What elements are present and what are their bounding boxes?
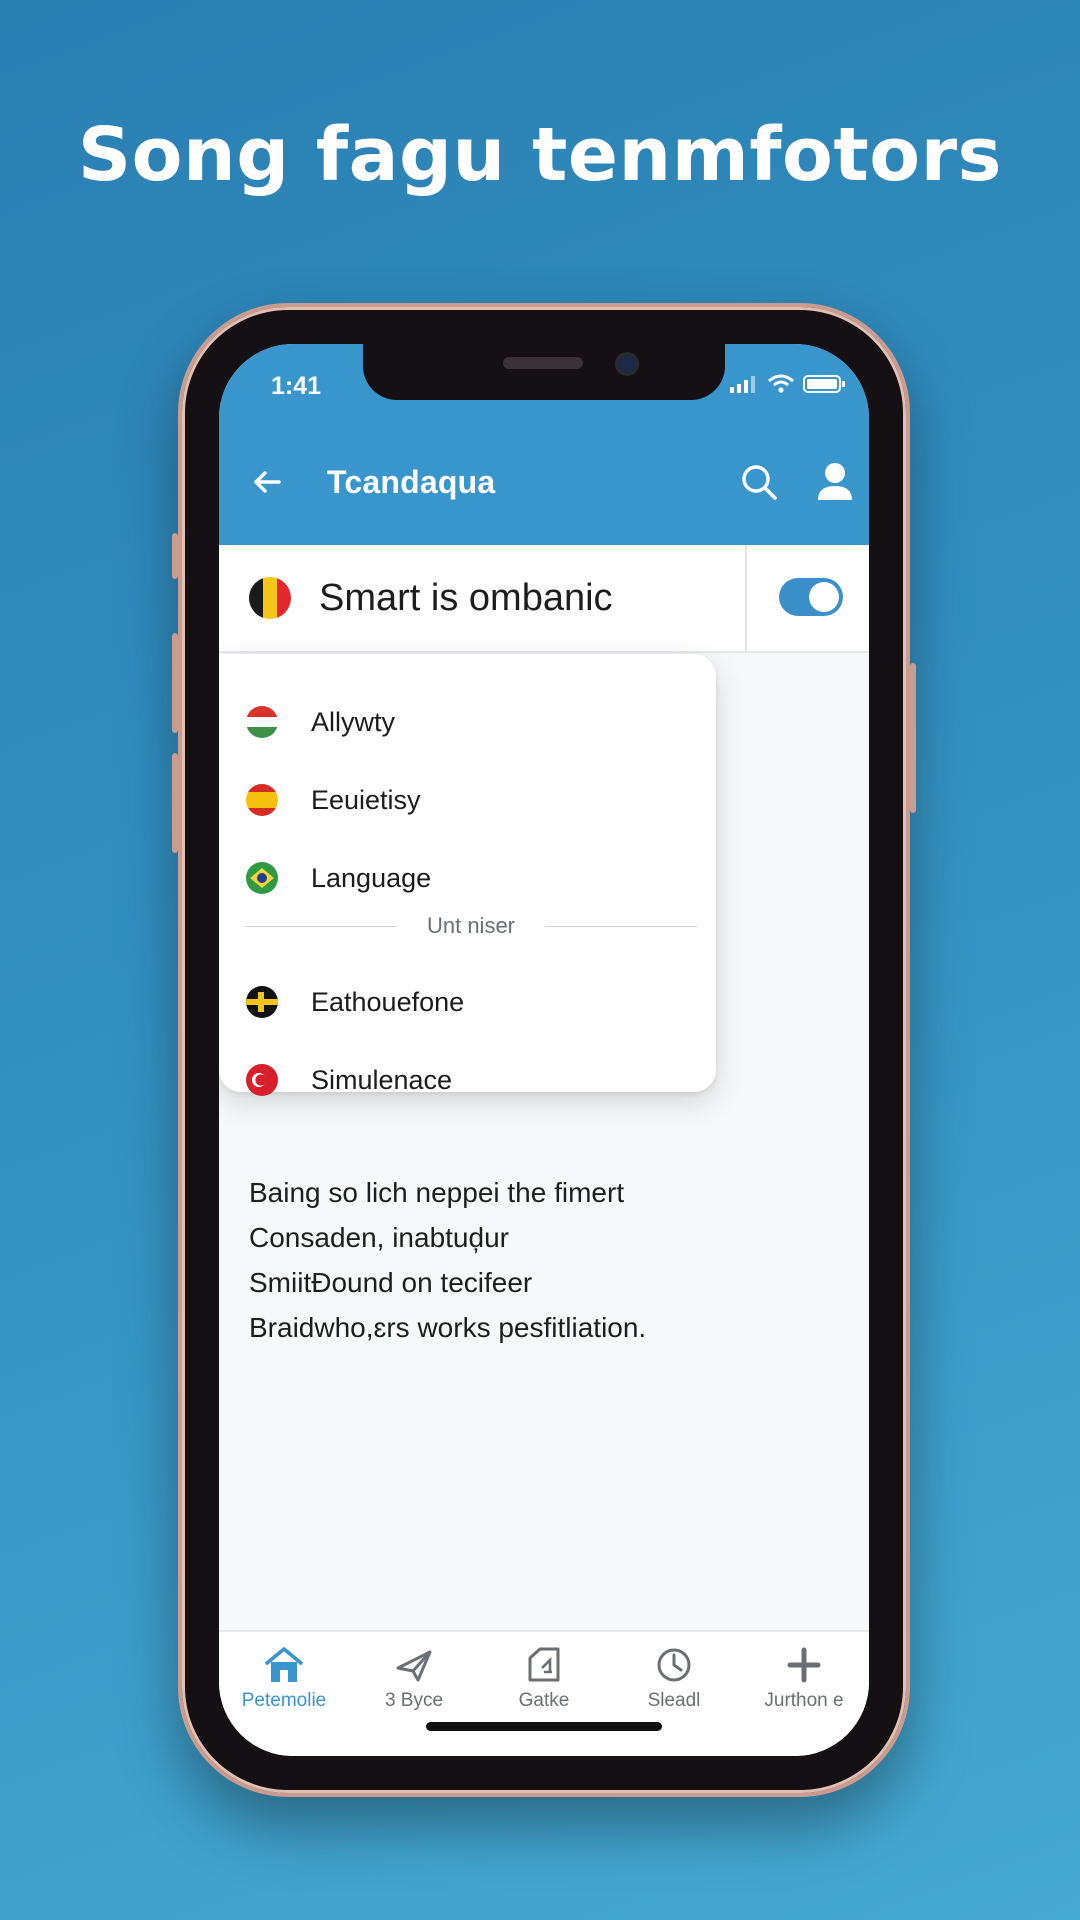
nav-label: Sleadl: [647, 1690, 701, 1711]
language-row-label: Smart is ombanic: [319, 577, 613, 619]
body-line: Consaden, inabtuḑur: [249, 1222, 509, 1253]
dropdown-separator: Unt niser: [245, 913, 697, 939]
separator-line: [245, 926, 397, 927]
battery-icon: [803, 375, 845, 393]
volume-down-button: [172, 753, 178, 853]
volume-up-button: [172, 633, 178, 733]
flag-stripe: [246, 716, 278, 728]
menu-item-label: Simulenace: [311, 1065, 453, 1095]
plus-icon: [787, 1647, 821, 1683]
spain-flag-icon: [246, 784, 278, 816]
front-camera: [615, 352, 639, 376]
nav-label: 3 Byce: [384, 1690, 444, 1711]
menu-item-simulenace[interactable]: Simulenace: [219, 1050, 716, 1110]
brazil-flag-icon: [246, 862, 278, 894]
user-icon[interactable]: [815, 460, 855, 504]
nav-item-home[interactable]: Petemolie: [219, 1644, 349, 1724]
nav-label: Petemolie: [241, 1690, 327, 1711]
nav-item-clock[interactable]: Sleadl: [609, 1644, 739, 1724]
separator-label: Unt niser: [425, 913, 517, 939]
nav-item-send[interactable]: 3 Byce: [349, 1644, 479, 1724]
power-button: [910, 663, 916, 813]
menu-item-label: Allywty: [311, 707, 396, 737]
crescent-mark: [252, 1073, 267, 1087]
search-icon[interactable]: [737, 460, 781, 504]
nav-label: Jurthon e: [764, 1690, 844, 1711]
hungary-flag-icon: [246, 706, 278, 738]
nav-label: Gatke: [518, 1690, 570, 1711]
status-icons: [729, 374, 847, 394]
notch: [363, 344, 725, 400]
wifi-icon: [768, 374, 794, 393]
flag-stripe: [249, 577, 263, 619]
menu-item-language[interactable]: Language: [219, 848, 716, 908]
back-arrow-icon[interactable]: [247, 462, 287, 502]
menu-item-label: Eeuietisy: [311, 785, 421, 815]
body-paragraph: Baing so lich neppei the fimert Consaden…: [249, 1170, 849, 1350]
nav-item-card[interactable]: Gatke: [479, 1644, 609, 1724]
body-line: Braidwho,ɛrs works pesfitliation.: [249, 1312, 647, 1343]
clock-icon: [657, 1648, 691, 1682]
silent-switch: [172, 533, 178, 579]
belgium-flag-icon: [249, 577, 291, 619]
turkey-flag-icon: [246, 1064, 278, 1096]
smart-toggle[interactable]: [779, 578, 843, 616]
home-indicator[interactable]: [426, 1722, 662, 1731]
menu-item-allywty[interactable]: Allywty: [219, 692, 716, 752]
phone-frame: 1:41 Tcandaqua Smart is ombanic Allywty …: [172, 303, 916, 1797]
app-title: Tcandaqua: [327, 464, 496, 500]
signal-icon: [730, 376, 755, 393]
brazil-flag-diamond: [250, 868, 274, 888]
phone-screen: 1:41 Tcandaqua Smart is ombanic Allywty …: [219, 344, 869, 1756]
cross-flag-mark: [246, 992, 278, 1012]
flag-stripe: [277, 577, 291, 619]
row-divider: [745, 545, 747, 651]
flag-stripe: [246, 727, 278, 738]
flag-stripe: [246, 706, 278, 717]
send-icon: [396, 1650, 432, 1682]
flag-stripe: [246, 792, 278, 808]
flag-stripe: [246, 808, 278, 816]
app-bar-row: Tcandaqua: [219, 454, 869, 514]
body-line: Baing so lich neppei the fimert: [249, 1177, 625, 1208]
body-line: SmiitĐound on tecifeer: [249, 1267, 533, 1298]
promo-headline: Song fagu tenmfotors: [77, 112, 1003, 198]
status-time: 1:41: [271, 372, 322, 400]
toggle-knob: [809, 582, 839, 612]
separator-line: [545, 926, 697, 927]
nav-item-add[interactable]: Jurthon e: [739, 1644, 869, 1724]
earpiece: [503, 357, 583, 369]
menu-item-eathouefone[interactable]: Eathouefone: [219, 972, 716, 1032]
menu-item-label: Language: [311, 863, 432, 893]
menu-item-eeuietisy[interactable]: Eeuietisy: [219, 770, 716, 830]
language-dropdown: Allywty Eeuietisy Language Unt niser Eat…: [219, 654, 716, 1096]
menu-item-label: Eathouefone: [311, 987, 465, 1017]
flag-stripe: [246, 784, 278, 792]
flag-icon: [246, 986, 278, 1018]
language-row[interactable]: Smart is ombanic: [219, 545, 869, 653]
card-icon: [528, 1647, 560, 1682]
home-icon: [264, 1647, 304, 1682]
flag-stripe: [263, 577, 277, 619]
bottom-nav: Petemolie 3 Byce Gatke Sleadl Jurthon e: [219, 1630, 869, 1756]
